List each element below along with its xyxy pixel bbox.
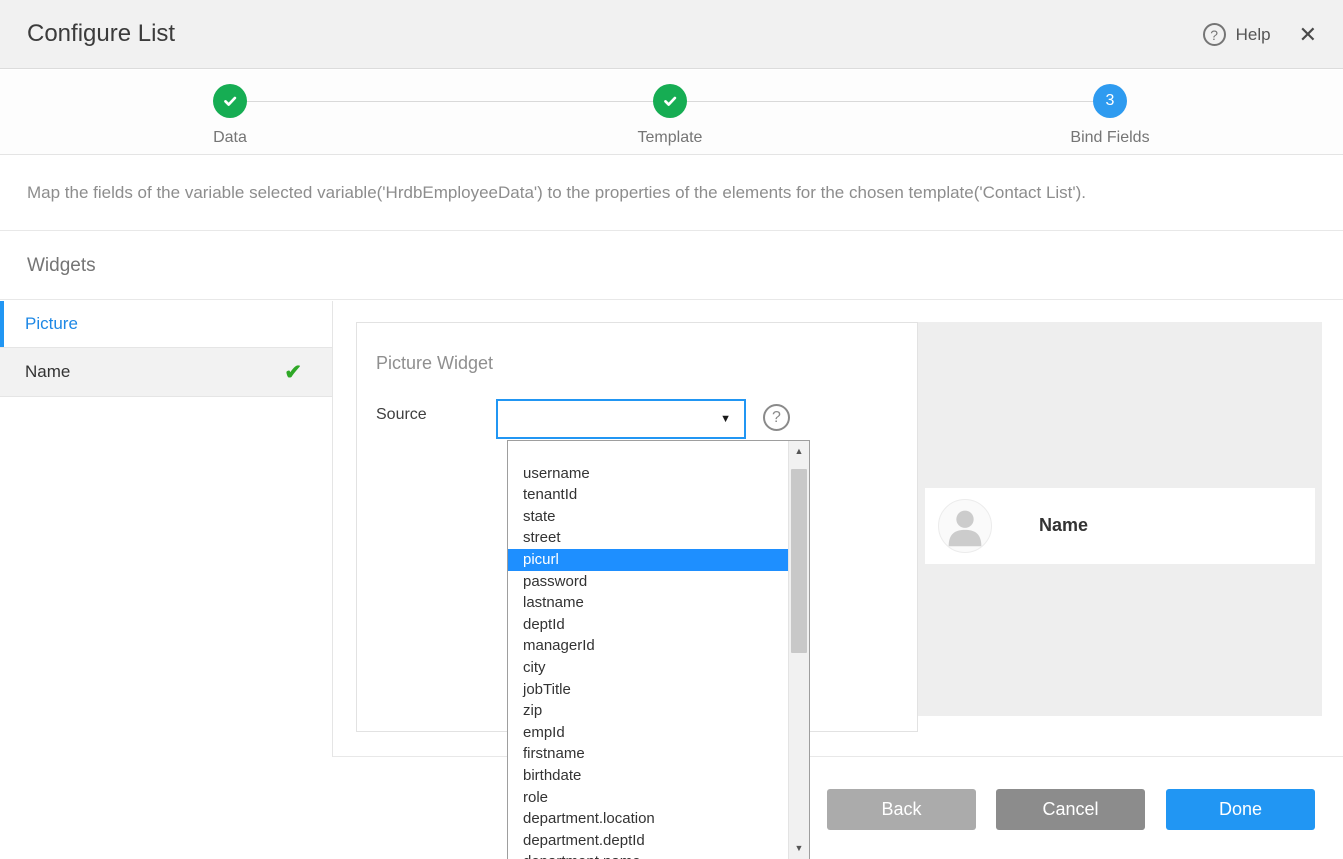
mapped-check-icon: ✔ bbox=[284, 360, 302, 385]
dropdown-option[interactable]: street bbox=[508, 527, 788, 549]
cancel-button[interactable]: Cancel bbox=[996, 789, 1145, 830]
step-template[interactable]: Template bbox=[580, 84, 760, 147]
widget-panel-title: Picture Widget bbox=[376, 353, 493, 374]
preview-name-label: Name bbox=[1039, 515, 1088, 536]
dropdown-options: username tenantId state street picurl pa… bbox=[508, 441, 788, 859]
step-label: Data bbox=[140, 129, 320, 147]
dropdown-option[interactable]: managerId bbox=[508, 635, 788, 657]
dropdown-option[interactable]: zip bbox=[508, 700, 788, 722]
contact-list-preview-card: Name bbox=[925, 488, 1315, 564]
widgets-sidebar: Picture Name ✔ bbox=[0, 301, 333, 757]
dropdown-option[interactable]: city bbox=[508, 657, 788, 679]
dropdown-option[interactable]: birthdate bbox=[508, 765, 788, 787]
dropdown-scrollbar[interactable]: ▲ ▼ bbox=[788, 441, 809, 859]
step-done-check-icon bbox=[213, 84, 247, 118]
dropdown-option[interactable]: empId bbox=[508, 722, 788, 744]
help-link[interactable]: Help bbox=[1236, 25, 1271, 45]
back-button[interactable]: Back bbox=[827, 789, 976, 830]
dropdown-option[interactable]: lastname bbox=[508, 592, 788, 614]
dropdown-option[interactable]: role bbox=[508, 787, 788, 809]
dropdown-option[interactable]: password bbox=[508, 571, 788, 593]
mapping-description: Map the fields of the variable selected … bbox=[0, 156, 1343, 231]
scroll-up-icon[interactable]: ▲ bbox=[789, 443, 809, 460]
template-preview-panel: Name bbox=[918, 322, 1322, 716]
sidebar-item-name[interactable]: Name ✔ bbox=[0, 348, 332, 397]
dropdown-option[interactable]: firstname bbox=[508, 743, 788, 765]
source-dropdown-list: username tenantId state street picurl pa… bbox=[507, 440, 810, 859]
sidebar-item-label: Name bbox=[25, 362, 70, 382]
step-done-check-icon bbox=[653, 84, 687, 118]
chevron-down-icon: ▼ bbox=[720, 413, 731, 425]
step-label: Template bbox=[580, 129, 760, 147]
dropdown-option[interactable]: username bbox=[508, 463, 788, 485]
sidebar-item-label: Picture bbox=[25, 314, 78, 334]
source-select[interactable]: ▼ bbox=[496, 399, 746, 439]
scrollbar-thumb[interactable] bbox=[791, 469, 807, 653]
dropdown-option[interactable]: department.location bbox=[508, 808, 788, 830]
dropdown-option[interactable]: jobTitle bbox=[508, 679, 788, 701]
page-title: Configure List bbox=[27, 20, 175, 48]
source-field-label: Source bbox=[376, 406, 427, 424]
widgets-section-title: Widgets bbox=[0, 232, 1343, 300]
source-help-icon[interactable]: ? bbox=[763, 404, 790, 431]
done-button[interactable]: Done bbox=[1166, 789, 1315, 830]
close-icon[interactable]: ✕ bbox=[1299, 24, 1317, 46]
dropdown-option-blank[interactable] bbox=[508, 441, 788, 463]
step-data[interactable]: Data bbox=[140, 84, 320, 147]
avatar-placeholder-icon bbox=[938, 499, 992, 553]
dropdown-option-highlighted[interactable]: picurl bbox=[508, 549, 788, 571]
step-label: Bind Fields bbox=[1020, 129, 1200, 147]
scroll-down-icon[interactable]: ▼ bbox=[789, 840, 809, 857]
dialog-header: Configure List ? Help ✕ bbox=[0, 0, 1343, 69]
dropdown-option[interactable]: department.deptId bbox=[508, 830, 788, 852]
dropdown-option[interactable]: department.name bbox=[508, 851, 788, 859]
header-actions: ? Help ✕ bbox=[1203, 23, 1317, 46]
step-bind-fields[interactable]: 3 Bind Fields bbox=[1020, 84, 1200, 147]
dropdown-option[interactable]: deptId bbox=[508, 614, 788, 636]
dropdown-option[interactable]: tenantId bbox=[508, 484, 788, 506]
step-number-badge: 3 bbox=[1093, 84, 1127, 118]
wizard-steps: Data Template 3 Bind Fields bbox=[0, 70, 1343, 155]
dropdown-option[interactable]: state bbox=[508, 506, 788, 528]
sidebar-item-picture[interactable]: Picture bbox=[0, 301, 332, 348]
help-icon[interactable]: ? bbox=[1203, 23, 1226, 46]
